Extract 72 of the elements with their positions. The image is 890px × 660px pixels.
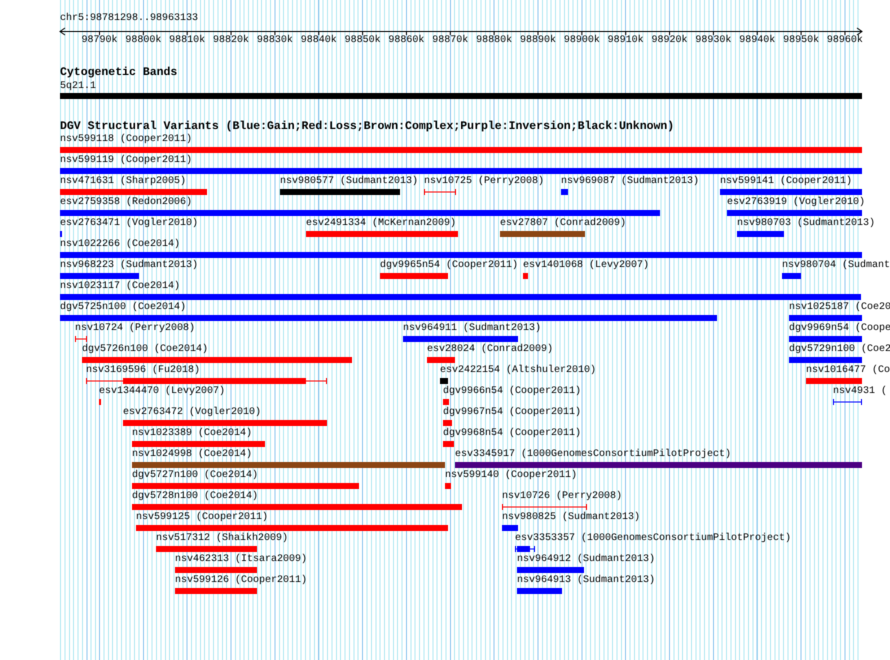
variant-label: dgv5727n100 (Coe2014)	[132, 470, 258, 482]
ruler-tick-label: 98940k	[738, 35, 776, 47]
ruler-tick-label: 98810k	[168, 35, 206, 47]
ruler-tick-label: 98950k	[782, 35, 820, 47]
variant-label: esv2422154 (Altshuler2010)	[440, 365, 596, 377]
variant-label: nsv1024998 (Coe2014)	[132, 449, 252, 461]
variant-label: nsv1016477 (Co	[806, 365, 890, 377]
variant-label: dgv9965n54 (Cooper2011)	[380, 260, 518, 272]
variant-label: dgv9967n54 (Cooper2011)	[443, 407, 582, 419]
variant-label: dgv5729n100 (Coe2	[789, 344, 890, 356]
variant-label: nsv964913 (Sudmant2013)	[517, 575, 656, 587]
variant-label: nsv980704 (Sudmant	[782, 260, 890, 272]
ruler-tick-label: 98840k	[300, 35, 338, 47]
variant-label: esv2759358 (Redon2006)	[60, 197, 192, 209]
variant-label: nsv462313 (Itsara2009)	[175, 554, 308, 566]
variant-label: dgv5728n100 (Coe2014)	[132, 491, 258, 503]
variant-label: dgv9966n54 (Cooper2011)	[443, 386, 582, 398]
variant-label: nsv471631 (Sharp2005)	[60, 176, 186, 188]
variant-label: esv3345917 (1000GenomesConsortiumPilotProject)	[455, 449, 732, 461]
ruler-tick-label: 98870k	[431, 35, 470, 47]
variant-label: esv27807 (Conrad2009)	[500, 218, 626, 230]
variant-label: dgv5726n100 (Coe2014)	[82, 344, 208, 356]
ruler-tick-label: 98880k	[475, 35, 514, 47]
ruler-tick-label: 98960k	[826, 35, 864, 47]
variant-label: esv28024 (Conrad2009)	[427, 344, 554, 356]
variant-label: nsv980825 (Sudmant2013)	[502, 512, 640, 524]
ruler-tick-label: 98910k	[606, 35, 645, 47]
variant-label: esv1401068 (Levy2007)	[523, 260, 650, 272]
track-title: DGV Structural Variants (Blue:Gain;Red:Loss;Brown:Complex;Purple:Inversion;Black:Unknown)	[60, 120, 674, 134]
variant-label: nsv1022266 (Coe2014)	[60, 239, 180, 251]
ruler-tick-label: 98820k	[212, 35, 250, 47]
variant-label: nsv980703 (Sudmant2013)	[737, 218, 876, 230]
variant-label: nsv964911 (Sudmant2013)	[403, 323, 542, 335]
variant-label: nsv599140 (Cooper2011)	[445, 470, 578, 482]
variant-label: esv1344470 (Levy2007)	[99, 386, 226, 398]
ruler-tick-label: 98790k	[80, 35, 118, 47]
ruler-tick-label: 98930k	[694, 35, 732, 47]
track-title: Cytogenetic Bands	[60, 66, 178, 80]
variant-label: nsv968223 (Sudmant2013)	[60, 260, 198, 272]
ruler-tick-label: 98830k	[256, 35, 294, 47]
variant-label: esv2491334 (McKernan2009)	[306, 218, 456, 230]
variant-label: esv2763472 (Vogler2010)	[123, 407, 262, 419]
variant-label: esv2763919 (Vogler2010)	[727, 197, 866, 209]
variant-label: nsv599119 (Cooper2011)	[60, 155, 192, 167]
variant-label: nsv599125 (Cooper2011)	[136, 512, 268, 524]
ruler-tick-label: 98800k	[124, 35, 162, 47]
band-label: 5q21.1	[60, 81, 96, 93]
ruler-tick-label: 98850k	[344, 35, 382, 47]
variant-label: nsv1023389 (Coe2014)	[132, 428, 252, 440]
variant-label: nsv599141 (Cooper2011)	[720, 176, 852, 188]
variant-label: dgv9968n54 (Cooper2011)	[443, 428, 582, 440]
variant-label: nsv10724 (Perry2008)	[75, 323, 196, 335]
ruler-tick-label: 98890k	[518, 35, 557, 47]
variant-label: nsv10725 (Perry2008)	[424, 176, 544, 188]
variant-label: dgv5725n100 (Coe2014)	[60, 302, 186, 314]
variant-label: nsv3169596 (Fu2018)	[86, 365, 200, 377]
variant-label: nsv599118 (Cooper2011)	[60, 134, 192, 146]
variant-label: esv3353357 (1000GenomesConsortiumPilotProject)	[515, 533, 792, 545]
variant-label: dgv9969n54 (Coope	[789, 323, 890, 335]
ruler-tick-label: 98920k	[650, 35, 689, 47]
variant-label: nsv964912 (Sudmant2013)	[517, 554, 656, 566]
variant-label: nsv980577 (Sudmant2013)	[280, 176, 418, 188]
variant-label: nsv599126 (Cooper2011)	[175, 575, 308, 587]
variant-label: esv2763471 (Vogler2010)	[60, 218, 198, 230]
variant-label: nsv517312 (Shaikh2009)	[156, 533, 288, 545]
variant-label: nsv1023117 (Coe2014)	[60, 281, 180, 293]
variant-label: nsv10726 (Perry2008)	[502, 491, 622, 503]
ruler-tick-label: 98900k	[562, 35, 601, 47]
variant-label: nsv969087 (Sudmant2013)	[561, 176, 700, 188]
genomic-position: chr5:98781298..98963133	[60, 13, 198, 25]
ruler-tick-label: 98860k	[387, 35, 426, 47]
variant-label: nsv4931 (	[833, 386, 888, 398]
